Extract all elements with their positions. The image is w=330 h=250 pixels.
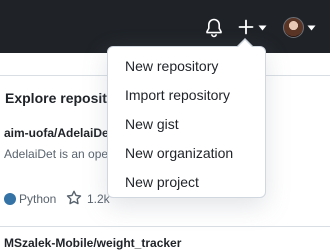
menu-item-new-project[interactable]: New project xyxy=(125,173,199,191)
chevron-down-icon[interactable] xyxy=(307,25,316,31)
menu-item-new-repository[interactable]: New repository xyxy=(125,57,218,75)
menu-item-new-organization[interactable]: New organization xyxy=(125,144,233,162)
chevron-down-icon[interactable] xyxy=(258,25,267,31)
menu-item-new-gist[interactable]: New gist xyxy=(125,115,179,133)
repo-link[interactable]: aim-uofa/AdelaiDe xyxy=(4,126,109,140)
divider xyxy=(0,226,330,227)
avatar[interactable] xyxy=(283,17,304,38)
explore-section-title: Explore reposito xyxy=(5,90,116,106)
menu-item-import-repository[interactable]: Import repository xyxy=(125,86,230,104)
star-icon[interactable] xyxy=(66,190,82,206)
repo-language: Python xyxy=(19,192,57,206)
dropdown-pointer-fill xyxy=(238,40,252,47)
repo-link[interactable]: MSzalek-Mobile/weight_tracker xyxy=(4,236,181,250)
star-count[interactable]: 1.2k xyxy=(87,192,110,206)
plus-icon[interactable] xyxy=(238,19,254,35)
create-new-dropdown-menu: New repository Import repository New gis… xyxy=(107,46,266,198)
language-color-dot xyxy=(4,193,16,205)
bell-icon[interactable] xyxy=(205,18,223,38)
